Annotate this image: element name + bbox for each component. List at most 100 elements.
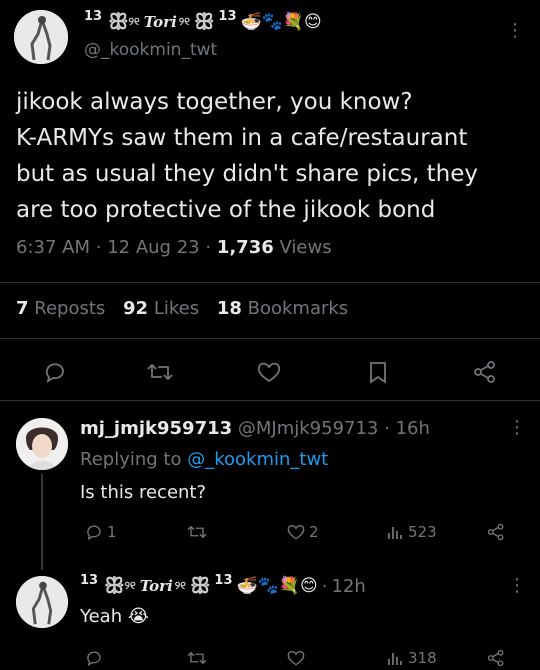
replying-to-label: Replying to <box>80 449 182 470</box>
display-name-emoji: 🍜🐾💐😊 <box>236 576 318 596</box>
reposts-count: 7 <box>16 298 29 319</box>
reply-handle[interactable]: @MJmjk959713 <box>238 418 379 439</box>
bookmarks-label: Bookmarks <box>247 298 349 319</box>
more-options-icon[interactable]: ⋮ <box>506 20 524 41</box>
thread-line <box>41 474 43 570</box>
tweet-stats: 7 Reposts 92 Likes 18 Bookmarks <box>16 298 348 319</box>
bookmarks-count: 18 <box>216 298 242 319</box>
author-handle[interactable]: @_kookmin_twt <box>84 40 217 60</box>
avatar-image <box>16 418 68 470</box>
tweet-text-line: K-ARMYs saw them in a cafe/restaurant <box>16 125 468 151</box>
reply-display-name[interactable]: 13 ꕥ ୨୧ Tori ୨୧ ꕥ 13 🍜🐾💐😊 · 12h <box>80 572 366 600</box>
views-icon <box>388 527 402 539</box>
tweet-body: jikook always together, you know? K-ARMY… <box>16 84 536 228</box>
views-count: 1,736 <box>216 237 274 258</box>
replying-to-handle[interactable]: @_kookmin_twt <box>187 449 328 470</box>
display-name-number: 13 <box>84 8 103 24</box>
divider <box>0 338 540 339</box>
meta-separator: · <box>95 237 102 258</box>
views-label: Views <box>279 237 332 258</box>
reply-icon <box>45 363 64 383</box>
meta-separator: · <box>384 418 390 439</box>
reply-button[interactable] <box>42 360 68 384</box>
likes-stat[interactable]: 92 Likes <box>123 298 199 319</box>
reply-button[interactable] <box>84 649 104 667</box>
display-name-number: 13 <box>218 8 237 24</box>
swirl-decoration-icon: ꕥ <box>104 573 125 599</box>
heart-icon <box>287 651 305 666</box>
share-button[interactable] <box>472 360 498 384</box>
avatar-image <box>16 576 68 628</box>
display-name-text: Tori <box>139 577 173 595</box>
share-button[interactable] <box>486 649 506 667</box>
reply-author-avatar[interactable] <box>16 576 68 628</box>
share-icon <box>487 649 504 667</box>
more-options-icon[interactable]: ⋮ <box>508 417 526 438</box>
replying-to: Replying to @_kookmin_twt <box>80 449 328 470</box>
views-icon <box>388 653 402 665</box>
bow-decoration-icon: ୨୧ <box>174 579 186 592</box>
bookmark-icon <box>370 362 386 384</box>
repost-icon <box>187 525 207 539</box>
reply-text: Is this recent? <box>80 482 207 503</box>
swirl-decoration-icon: ꕥ <box>108 9 129 35</box>
divider <box>0 400 540 401</box>
share-icon <box>487 523 504 541</box>
display-name-number: 13 <box>214 572 233 588</box>
reply-display-name[interactable]: mj_jmjk959713 <box>80 418 232 439</box>
bow-decoration-icon: ୨୧ <box>128 15 140 28</box>
views-button[interactable]: 523 <box>386 523 437 541</box>
tweet-text-line: are too protective of the jikook bond <box>16 197 436 223</box>
reply-text: Yeah 😭 <box>80 606 149 627</box>
reply-button[interactable]: 1 <box>84 523 117 541</box>
share-button[interactable] <box>486 523 506 541</box>
view-count: 318 <box>408 649 437 667</box>
swirl-decoration-icon: ꕥ <box>190 573 211 599</box>
display-name-text: Tori <box>143 13 177 31</box>
reply-header: mj_jmjk959713 @MJmjk959713 · 16h <box>80 418 430 439</box>
likes-count: 92 <box>123 298 149 319</box>
meta-separator: · <box>321 575 328 597</box>
like-button[interactable]: 2 <box>286 523 319 541</box>
reply-text-content: Yeah <box>80 606 123 627</box>
meta-separator: · <box>205 237 212 258</box>
reposts-stat[interactable]: 7 Reposts <box>16 298 105 319</box>
reposts-label: Reposts <box>34 298 106 319</box>
repost-button[interactable] <box>146 360 174 384</box>
repost-icon <box>147 363 173 381</box>
reply-author-avatar[interactable] <box>16 418 68 470</box>
view-count: 523 <box>408 523 437 541</box>
bookmarks-stat[interactable]: 18 Bookmarks <box>217 298 348 319</box>
display-name-emoji: 🍜🐾💐😊 <box>240 12 322 32</box>
like-button[interactable] <box>286 649 306 667</box>
author-display-name[interactable]: 13 ꕥ ୨୧ Tori ୨୧ ꕥ 13 🍜🐾💐😊 <box>84 8 322 36</box>
crying-face-emoji: 😭 <box>127 606 149 627</box>
repost-button[interactable] <box>186 523 208 541</box>
author-avatar[interactable] <box>14 10 68 64</box>
tweet-date[interactable]: 12 Aug 23 <box>107 237 199 258</box>
repost-button[interactable] <box>186 649 208 667</box>
share-icon <box>474 361 495 383</box>
heart-icon <box>257 362 281 383</box>
like-count: 2 <box>309 523 319 541</box>
like-button[interactable] <box>256 360 282 384</box>
repost-icon <box>187 651 207 665</box>
views-button[interactable]: 318 <box>386 649 437 667</box>
avatar-image <box>14 10 68 64</box>
reply-time[interactable]: 16h <box>396 418 430 439</box>
more-options-icon[interactable]: ⋮ <box>508 575 526 596</box>
reply-time[interactable]: 12h <box>331 576 365 597</box>
tweet-meta: 6:37 AM · 12 Aug 23 · 1,736 Views <box>16 237 332 258</box>
reply-icon <box>87 651 101 667</box>
tweet-time[interactable]: 6:37 AM <box>16 237 90 258</box>
reply-icon <box>87 525 101 541</box>
display-name-number: 13 <box>80 572 99 588</box>
swirl-decoration-icon: ꕥ <box>194 9 215 35</box>
tweet-text-line: jikook always together, you know? <box>16 89 413 115</box>
likes-label: Likes <box>153 298 200 319</box>
bookmark-button[interactable] <box>366 360 390 384</box>
reply-count: 1 <box>107 523 117 541</box>
bow-decoration-icon: ୨୧ <box>178 15 190 28</box>
divider <box>0 282 540 283</box>
tweet-text-line: but as usual they didn't share pics, the… <box>16 161 478 187</box>
